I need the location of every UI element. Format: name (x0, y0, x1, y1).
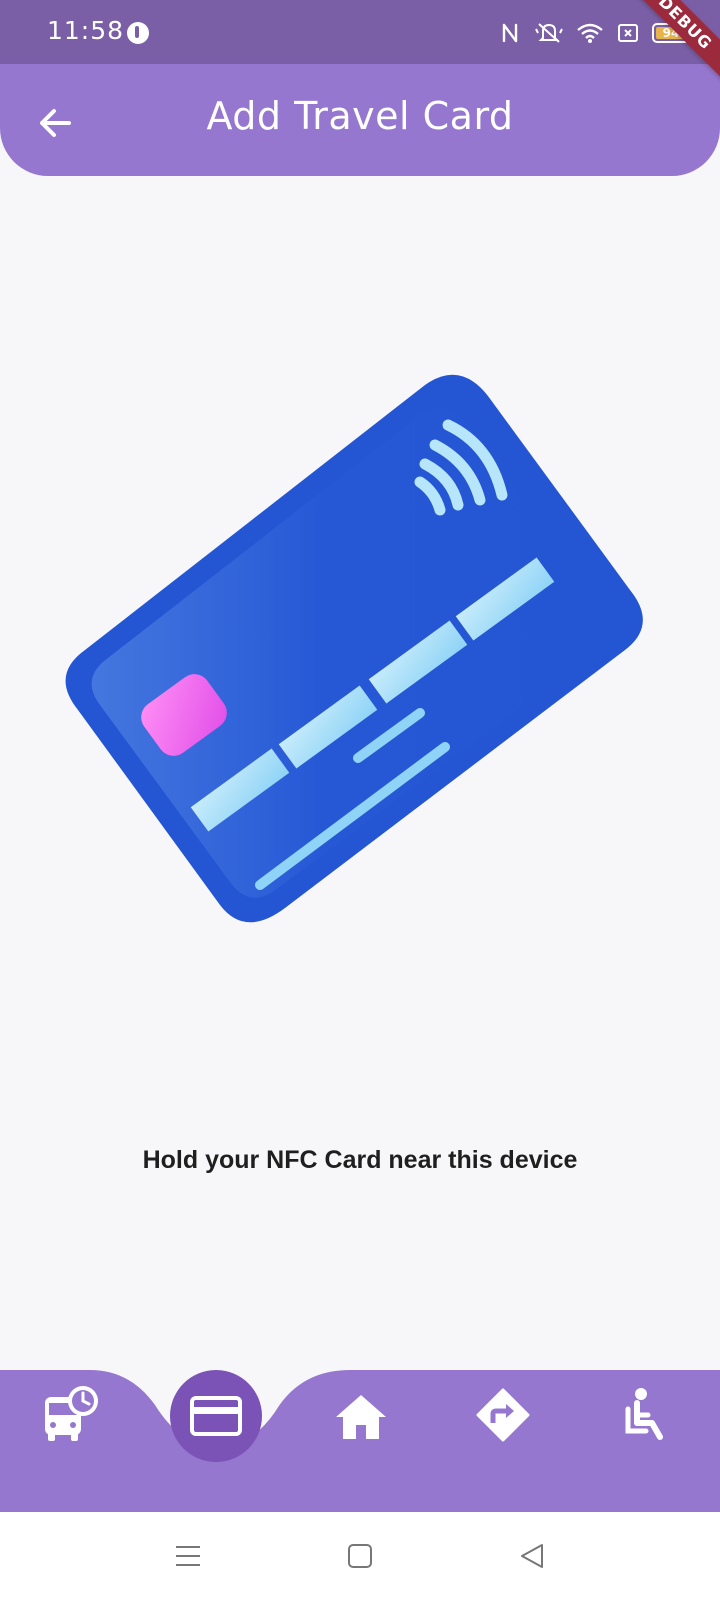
back-triangle-icon[interactable] (518, 1542, 546, 1570)
nav-item-accessibility[interactable] (612, 1380, 682, 1450)
card-icon (190, 1396, 242, 1436)
status-time: 11:58 (47, 16, 125, 45)
nfc-icon (502, 23, 518, 43)
nav-item-directions[interactable] (468, 1380, 538, 1450)
home-square-icon[interactable] (346, 1542, 374, 1570)
page-title: Add Travel Card (206, 94, 514, 138)
nfc-card-illustration (65, 374, 643, 923)
nav-item-home[interactable] (326, 1382, 396, 1452)
bottom-navigation (0, 1340, 720, 1512)
directions-icon (476, 1388, 530, 1442)
notification-app-icon (127, 22, 149, 44)
status-bar: 11:58 94 (0, 0, 720, 64)
nav-item-bus-schedule[interactable] (36, 1380, 106, 1450)
system-navigation-bar (0, 1512, 720, 1600)
home-icon (336, 1395, 386, 1439)
wifi-icon (577, 23, 603, 43)
sim-icon (618, 24, 638, 42)
status-icons: 94 (500, 20, 694, 46)
nav-item-card[interactable] (170, 1370, 262, 1462)
menu-icon[interactable] (174, 1542, 202, 1570)
accessibility-icon (625, 1388, 663, 1440)
app-bar: Add Travel Card (0, 64, 720, 176)
instruction-text: Hold your NFC Card near this device (142, 1146, 578, 1174)
bus-schedule-icon (45, 1386, 98, 1441)
mute-icon (535, 23, 563, 43)
